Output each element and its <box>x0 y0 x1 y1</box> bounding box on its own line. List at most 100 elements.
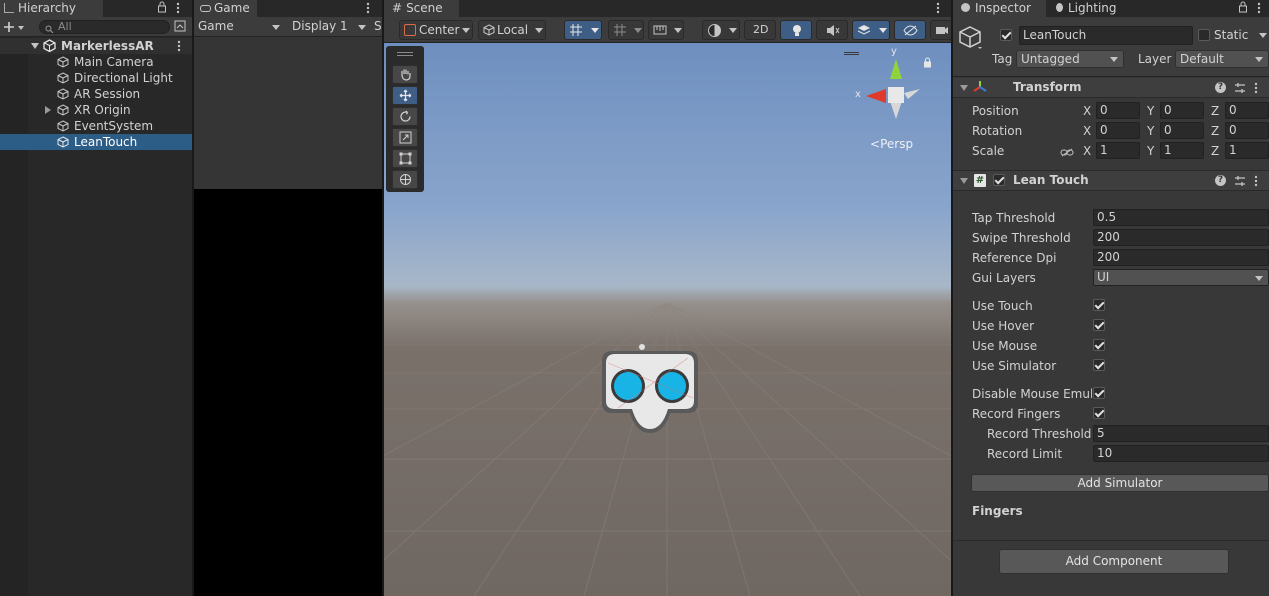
gui-layers-dropdown[interactable]: UI <box>1093 269 1269 286</box>
game-mode-dropdown[interactable]: Game <box>194 18 282 36</box>
constrain-proportions-icon[interactable] <box>1060 146 1074 160</box>
tab-game[interactable]: Game <box>194 0 257 17</box>
add-component-button[interactable]: Add Component <box>999 549 1229 574</box>
tap-threshold-field[interactable]: 0.5 <box>1093 209 1269 226</box>
expand-triangle-icon[interactable] <box>31 43 39 49</box>
lighting-toggle[interactable] <box>780 20 812 40</box>
game-view[interactable] <box>194 189 382 596</box>
rotation-z-field[interactable]: 0 <box>1225 122 1269 139</box>
effects-dropdown[interactable] <box>852 20 890 40</box>
record-fingers-label: Record Fingers <box>972 407 1061 421</box>
lock-icon[interactable] <box>1238 1 1248 16</box>
hierarchy-item-xr-origin[interactable]: XR Origin <box>28 102 192 118</box>
perspective-toggle[interactable]: <Persp <box>870 137 913 151</box>
foldout-triangle-icon[interactable] <box>960 85 968 91</box>
2d-mode-button[interactable]: 2D <box>744 20 776 40</box>
hierarchy-item-directional-light[interactable]: Directional Light <box>28 70 192 86</box>
hierarchy-scene-row[interactable]: MarkerlessAR <box>0 38 192 54</box>
lean-touch-header[interactable]: # Lean Touch ? <box>953 170 1269 191</box>
disable-mouse-emulation-checkbox[interactable] <box>1093 387 1105 399</box>
static-checkbox[interactable] <box>1198 29 1210 41</box>
rotation-x-field[interactable]: 0 <box>1096 122 1140 139</box>
record-threshold-field[interactable]: 5 <box>1093 425 1269 442</box>
foldout-triangle-icon[interactable] <box>960 178 968 184</box>
position-z-field[interactable]: 0 <box>1225 102 1269 119</box>
hierarchy-item-ar-session[interactable]: AR Session <box>28 86 192 102</box>
shading-mode-dropdown[interactable] <box>702 20 740 40</box>
scale-x-field[interactable]: 1 <box>1096 142 1140 159</box>
scale-tool-button[interactable] <box>392 128 418 147</box>
hierarchy-item-eventsystem[interactable]: EventSystem <box>28 118 192 134</box>
reference-dpi-field[interactable]: 200 <box>1093 249 1269 266</box>
static-label: Static <box>1214 28 1249 42</box>
space-local-dropdown[interactable]: Local <box>478 20 546 40</box>
grid-visibility-dropdown[interactable] <box>608 20 644 40</box>
component-enabled-checkbox[interactable] <box>993 174 1005 186</box>
layer-dropdown[interactable]: Default <box>1175 50 1269 68</box>
kebab-menu-icon[interactable] <box>1257 2 1261 17</box>
grid-snap-toggle[interactable] <box>564 20 602 40</box>
add-simulator-button[interactable]: Add Simulator <box>971 474 1269 492</box>
use-hover-checkbox[interactable] <box>1093 319 1105 331</box>
kebab-menu-icon[interactable] <box>1254 175 1258 190</box>
preset-sliders-icon[interactable] <box>1234 175 1246 190</box>
collapsed-triangle-icon[interactable] <box>45 106 51 114</box>
kebab-menu-icon[interactable] <box>936 2 940 17</box>
palette-drag-handle[interactable] <box>397 52 413 56</box>
hierarchy-item-leantouch[interactable]: LeanTouch <box>0 134 192 150</box>
camera-dropdown[interactable] <box>930 20 951 40</box>
audio-toggle[interactable] <box>816 20 848 40</box>
scene-visibility-icon[interactable] <box>174 20 186 35</box>
kebab-menu-icon[interactable] <box>1254 82 1258 97</box>
kebab-menu-icon[interactable] <box>176 2 180 17</box>
preset-sliders-icon[interactable] <box>1234 82 1246 97</box>
tab-scene[interactable]: # Scene <box>384 0 459 17</box>
display-dropdown[interactable]: Display 1 <box>286 18 370 36</box>
drag-handle-icon[interactable] <box>844 52 859 55</box>
help-icon[interactable]: ? <box>1215 175 1226 186</box>
gameobject-large-icon[interactable] <box>959 25 983 54</box>
lock-icon[interactable] <box>157 1 167 16</box>
use-mouse-checkbox[interactable] <box>1093 339 1105 351</box>
use-touch-checkbox[interactable] <box>1093 299 1105 311</box>
record-fingers-checkbox[interactable] <box>1093 407 1105 419</box>
tag-dropdown[interactable]: Untagged <box>1016 50 1124 68</box>
transform-tool-button[interactable] <box>392 170 418 189</box>
rect-tool-button[interactable] <box>392 149 418 168</box>
list-item-label: LeanTouch <box>74 135 138 149</box>
position-y-field[interactable]: 0 <box>1160 102 1204 119</box>
scale-y-field[interactable]: 1 <box>1160 142 1204 159</box>
increment-snap-dropdown[interactable] <box>648 20 684 40</box>
use-simulator-checkbox[interactable] <box>1093 359 1105 371</box>
move-tool-button[interactable] <box>392 86 418 105</box>
tag-label: Tag <box>992 52 1013 66</box>
swipe-threshold-field[interactable]: 200 <box>1093 229 1269 246</box>
chevron-down-icon <box>272 25 280 30</box>
scene-viewport[interactable]: y x <Persp <box>384 43 951 596</box>
tab-lighting[interactable]: Lighting <box>1048 0 1153 17</box>
pivot-center-dropdown[interactable]: Center <box>399 20 473 40</box>
record-limit-field[interactable]: 10 <box>1093 445 1269 462</box>
scale-z-field[interactable]: 1 <box>1225 142 1269 159</box>
tab-inspector[interactable]: Inspector <box>953 0 1046 17</box>
kebab-menu-icon[interactable] <box>366 2 370 17</box>
search-input[interactable]: All <box>39 20 170 34</box>
tab-hierarchy[interactable]: Hierarchy <box>0 0 103 17</box>
lock-icon[interactable] <box>923 57 932 71</box>
help-icon[interactable]: ? <box>1215 82 1226 93</box>
orientation-gizmo[interactable]: y x <box>850 46 930 129</box>
shading-sphere-icon <box>708 24 721 37</box>
rotation-y-field[interactable]: 0 <box>1160 122 1204 139</box>
active-checkbox[interactable] <box>1000 29 1012 41</box>
chevron-down-icon[interactable] <box>18 26 24 30</box>
object-name-field[interactable]: LeanTouch <box>1019 26 1193 45</box>
hand-tool-button[interactable] <box>392 65 418 84</box>
rotate-tool-button[interactable] <box>392 107 418 126</box>
vr-goggles-gizmo-icon[interactable] <box>598 343 702 435</box>
chevron-down-icon[interactable] <box>1259 33 1267 38</box>
position-x-field[interactable]: 0 <box>1096 102 1140 119</box>
transform-header[interactable]: Transform ? <box>953 78 1269 98</box>
hidden-objects-toggle[interactable] <box>894 20 926 40</box>
hierarchy-item-main-camera[interactable]: Main Camera <box>28 54 192 70</box>
add-icon[interactable] <box>3 21 15 36</box>
